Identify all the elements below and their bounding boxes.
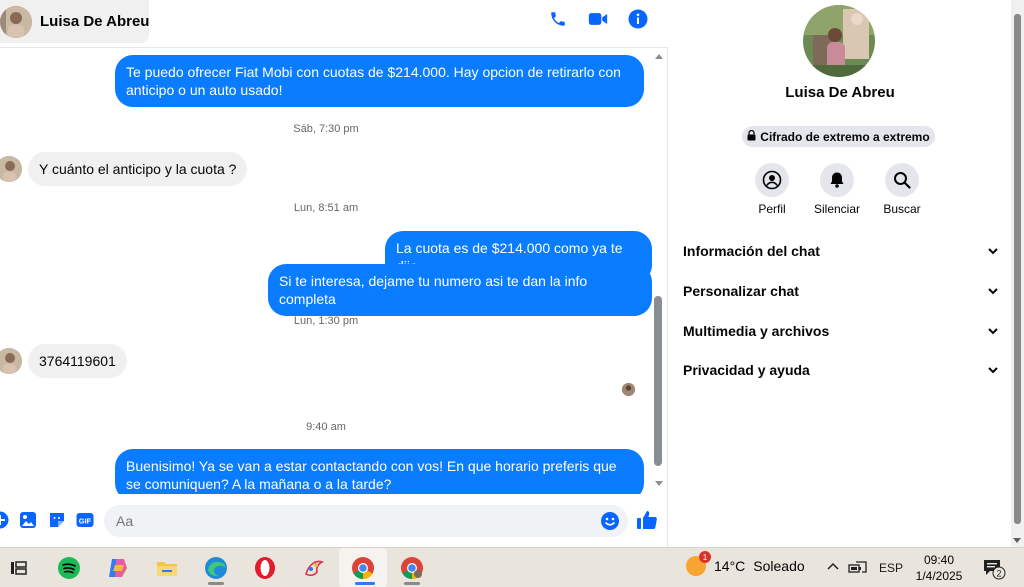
timestamp: Lun, 1:30 pm <box>293 315 359 327</box>
edge-icon[interactable] <box>202 554 230 582</box>
profile-icon <box>755 163 789 197</box>
message-scrollbar[interactable] <box>652 48 666 494</box>
file-explorer-icon[interactable] <box>153 554 181 582</box>
emoji-icon[interactable] <box>600 511 620 531</box>
chevron-down-icon <box>988 367 998 374</box>
copilot-icon[interactable] <box>104 554 132 582</box>
chat-header: Luisa De Abreu <box>0 0 668 48</box>
notification-count: 2 <box>996 569 1001 579</box>
sun-icon: 1 <box>686 551 711 576</box>
conversation-info-panel: Luisa De Abreu Cifrado de extremo a extr… <box>669 0 1011 547</box>
weather-temperature: 14°C <box>714 558 746 574</box>
gif-icon[interactable]: GIF <box>76 511 94 529</box>
page-scrollbar-thumb[interactable] <box>1014 14 1021 524</box>
chrome-icon[interactable] <box>349 554 377 582</box>
section-privacy-help[interactable]: Privacidad y ayuda <box>683 358 999 382</box>
chrome-profile-icon[interactable] <box>398 554 426 582</box>
like-icon[interactable] <box>636 509 658 531</box>
sender-avatar[interactable] <box>0 348 22 374</box>
weather-description: Soleado <box>753 558 805 574</box>
chrome-running-indicator <box>355 582 375 585</box>
clock-date: 1/4/2025 <box>915 569 963 583</box>
message-input-box[interactable] <box>104 505 628 537</box>
spotify-icon[interactable] <box>55 554 83 582</box>
profile-photo[interactable] <box>803 5 875 77</box>
clock-time: 09:40 <box>923 553 955 567</box>
mute-button[interactable]: Silenciar <box>802 163 872 216</box>
section-customize-chat[interactable]: Personalizar chat <box>683 279 999 303</box>
edge-running-indicator <box>208 582 224 585</box>
battery-network-icon[interactable] <box>848 559 868 580</box>
message-outgoing[interactable]: Buenisimo! Ya se van a estar contactando… <box>115 449 644 494</box>
profile-label: Perfil <box>758 202 786 216</box>
weather-badge: 1 <box>699 551 711 563</box>
mute-label: Silenciar <box>813 202 861 216</box>
message-incoming[interactable]: 3764119601 <box>28 344 127 378</box>
phone-icon[interactable] <box>548 9 568 29</box>
section-label: Multimedia y archivos <box>683 323 830 339</box>
section-label: Personalizar chat <box>683 283 799 299</box>
bell-icon <box>820 163 854 197</box>
section-chat-info[interactable]: Información del chat <box>683 239 999 263</box>
contact-avatar <box>0 5 32 38</box>
paint-icon[interactable] <box>300 554 328 582</box>
chevron-down-icon <box>988 248 998 255</box>
messenger-window: Luisa De Abreu Te puedo ofrecer Fiat Mob… <box>0 0 1024 587</box>
section-label: Privacidad y ayuda <box>683 362 810 378</box>
weather-widget[interactable]: 1 14°C Soleado <box>686 551 805 576</box>
message-list[interactable]: Te puedo ofrecer Fiat Mobi con cuotas de… <box>0 48 652 494</box>
page-scroll-down-icon[interactable] <box>1013 538 1021 543</box>
info-icon[interactable] <box>628 9 648 29</box>
plus-icon[interactable] <box>0 511 9 529</box>
section-media-files[interactable]: Multimedia y archivos <box>683 319 999 343</box>
timestamp: Sáb, 7:30 pm <box>293 123 359 135</box>
video-camera-icon[interactable] <box>588 9 608 29</box>
chevron-down-icon <box>988 328 998 335</box>
timestamp: Lun, 8:51 am <box>293 202 359 214</box>
contact-name: Luisa De Abreu <box>40 13 150 30</box>
message-outgoing[interactable]: Si te interesa, dejame tu numero asi te … <box>268 264 652 316</box>
notification-center-icon[interactable]: 2 <box>982 558 1006 580</box>
windows-taskbar: 1 14°C Soleado ESP 09:40 1/4/2025 2 <box>0 547 1024 587</box>
sender-avatar[interactable] <box>0 156 22 182</box>
sticker-icon[interactable] <box>48 511 66 529</box>
contact-header-button[interactable]: Luisa De Abreu <box>0 0 149 43</box>
scroll-up-icon[interactable] <box>655 54 663 59</box>
message-composer: GIF <box>0 500 668 542</box>
message-incoming[interactable]: Y cuánto el anticipo y la cuota ? <box>28 152 248 186</box>
timestamp: 9:40 am <box>306 421 346 433</box>
search-button[interactable]: Buscar <box>867 163 937 216</box>
search-label: Buscar <box>883 202 921 216</box>
read-receipt-avatar <box>622 383 635 396</box>
scrollbar-thumb[interactable] <box>654 296 662 466</box>
profile-name: Luisa De Abreu <box>785 84 895 101</box>
chevron-down-icon <box>988 288 998 295</box>
search-icon <box>885 163 919 197</box>
section-label: Información del chat <box>683 243 820 259</box>
system-clock[interactable]: 09:40 1/4/2025 <box>908 552 970 584</box>
lock-icon <box>747 129 756 144</box>
encryption-label: Cifrado de extremo a extremo <box>760 129 930 144</box>
profile-button[interactable]: Perfil <box>737 163 807 216</box>
image-icon[interactable] <box>19 511 37 529</box>
message-outgoing[interactable]: Te puedo ofrecer Fiat Mobi con cuotas de… <box>115 55 644 107</box>
page-scrollbar[interactable] <box>1011 0 1024 547</box>
gif-label: GIF <box>79 517 92 526</box>
opera-icon[interactable] <box>251 554 279 582</box>
message-input[interactable] <box>116 513 586 529</box>
chat-pane: Luisa De Abreu Te puedo ofrecer Fiat Mob… <box>0 0 668 547</box>
scroll-down-icon[interactable] <box>655 481 663 486</box>
task-view-icon[interactable] <box>5 554 33 582</box>
chevron-up-icon[interactable] <box>826 560 840 579</box>
encryption-badge[interactable]: Cifrado de extremo a extremo <box>742 126 935 147</box>
chrome-profile-running-indicator <box>404 582 420 585</box>
keyboard-language[interactable]: ESP <box>879 561 903 575</box>
